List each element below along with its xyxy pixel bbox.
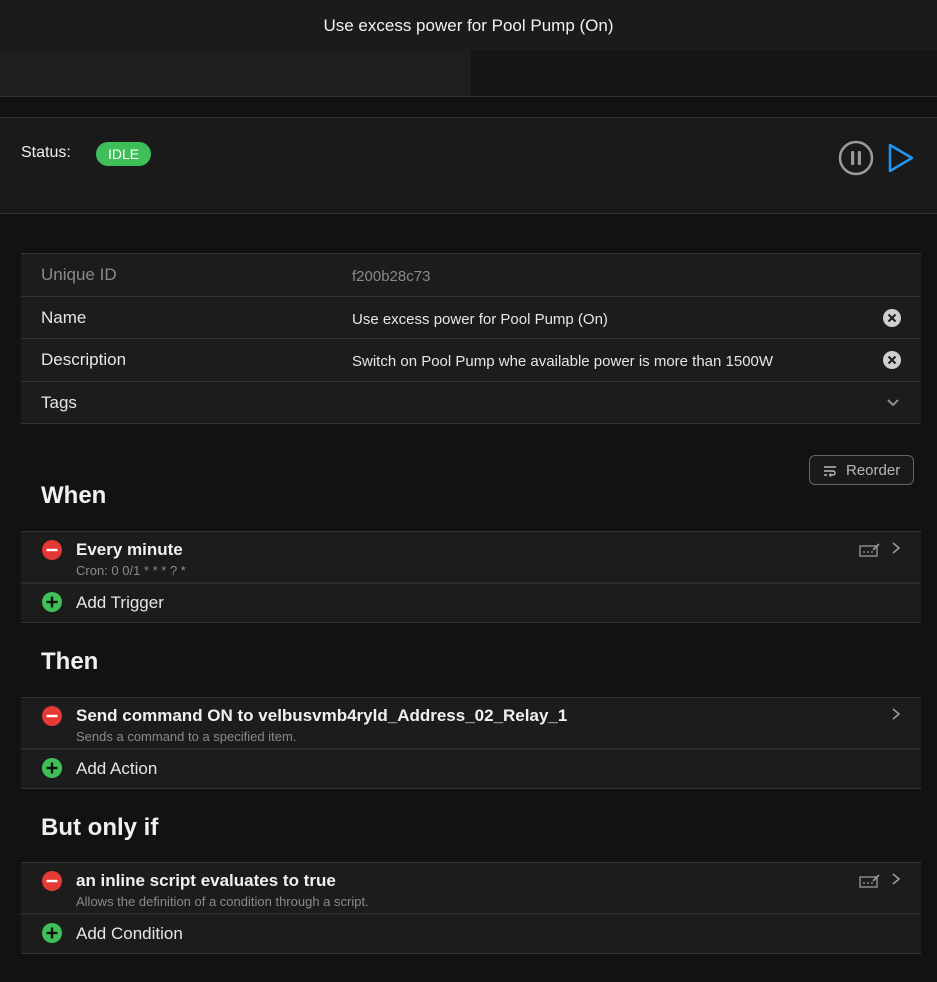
clear-name-icon[interactable] bbox=[883, 308, 901, 327]
add-icon bbox=[42, 758, 62, 778]
play-icon[interactable] bbox=[884, 140, 918, 176]
remove-trigger-icon[interactable] bbox=[42, 540, 62, 560]
edit-script-icon[interactable] bbox=[859, 874, 881, 888]
condition-item[interactable]: an inline script evaluates to true Allow… bbox=[21, 863, 921, 915]
name-field[interactable]: Use excess power for Pool Pump (On) bbox=[352, 311, 608, 328]
navbar: Use excess power for Pool Pump (On) bbox=[0, 0, 937, 97]
tab-area-left bbox=[0, 50, 471, 96]
pause-circle-icon[interactable] bbox=[838, 140, 874, 176]
description-row[interactable]: Description Switch on Pool Pump whe avai… bbox=[21, 339, 921, 382]
clear-description-icon[interactable] bbox=[883, 351, 901, 369]
unique-id-row: Unique ID f200b28c73 bbox=[21, 254, 921, 297]
condition-list: an inline script evaluates to true Allow… bbox=[21, 862, 921, 954]
trigger-title: Every minute bbox=[76, 540, 183, 559]
name-label: Name bbox=[41, 307, 87, 327]
name-row[interactable]: Name Use excess power for Pool Pump (On) bbox=[21, 297, 921, 339]
add-condition-label: Add Condition bbox=[76, 924, 183, 943]
chevron-down-icon[interactable] bbox=[885, 395, 901, 411]
tab-area-right bbox=[471, 50, 937, 96]
description-field[interactable]: Switch on Pool Pump whe available power … bbox=[352, 353, 773, 370]
unique-id-value: f200b28c73 bbox=[352, 268, 431, 285]
chevron-right-icon[interactable] bbox=[890, 707, 902, 721]
but-only-if-title: But only if bbox=[41, 814, 159, 841]
then-title: Then bbox=[41, 648, 99, 675]
reorder-button[interactable]: Reorder bbox=[809, 455, 914, 485]
add-action-button[interactable]: Add Action bbox=[21, 750, 921, 789]
action-title: Send command ON to velbusvmb4ryld_Addres… bbox=[76, 706, 568, 725]
reorder-icon bbox=[824, 466, 836, 477]
unique-id-label: Unique ID bbox=[41, 265, 117, 284]
chevron-right-icon[interactable] bbox=[890, 872, 902, 886]
add-condition-button[interactable]: Add Condition bbox=[21, 915, 921, 954]
add-icon bbox=[42, 923, 62, 943]
info-table: Unique ID f200b28c73 Name Use excess pow… bbox=[21, 253, 921, 424]
remove-action-icon[interactable] bbox=[42, 706, 62, 726]
add-trigger-label: Add Trigger bbox=[76, 593, 164, 612]
trigger-subtitle: Cron: 0 0/1 * * * ? * bbox=[76, 563, 186, 578]
action-subtitle: Sends a command to a specified item. bbox=[76, 729, 297, 744]
add-action-label: Add Action bbox=[76, 759, 158, 778]
add-icon bbox=[42, 592, 62, 612]
condition-title: an inline script evaluates to true bbox=[76, 871, 336, 890]
edit-script-icon[interactable] bbox=[859, 543, 881, 557]
condition-subtitle: Allows the definition of a condition thr… bbox=[76, 894, 369, 909]
remove-condition-icon[interactable] bbox=[42, 871, 62, 891]
tags-label: Tags bbox=[41, 392, 77, 412]
reorder-label: Reorder bbox=[846, 462, 901, 479]
add-trigger-button[interactable]: Add Trigger bbox=[21, 584, 921, 623]
description-label: Description bbox=[41, 350, 127, 369]
when-title: When bbox=[41, 482, 107, 509]
page-title: Use excess power for Pool Pump (On) bbox=[323, 16, 614, 35]
status-badge: IDLE bbox=[96, 142, 152, 166]
trigger-item[interactable]: Every minute Cron: 0 0/1 * * * ? * bbox=[21, 532, 921, 584]
status-label: Status: bbox=[21, 144, 71, 161]
action-item[interactable]: Send command ON to velbusvmb4ryld_Addres… bbox=[21, 698, 921, 750]
chevron-right-icon[interactable] bbox=[890, 541, 902, 555]
status-bar: Status: IDLE bbox=[0, 117, 937, 214]
action-list: Send command ON to velbusvmb4ryld_Addres… bbox=[21, 697, 921, 789]
trigger-list: Every minute Cron: 0 0/1 * * * ? * Add T… bbox=[21, 531, 921, 623]
tags-row[interactable]: Tags bbox=[21, 382, 921, 424]
